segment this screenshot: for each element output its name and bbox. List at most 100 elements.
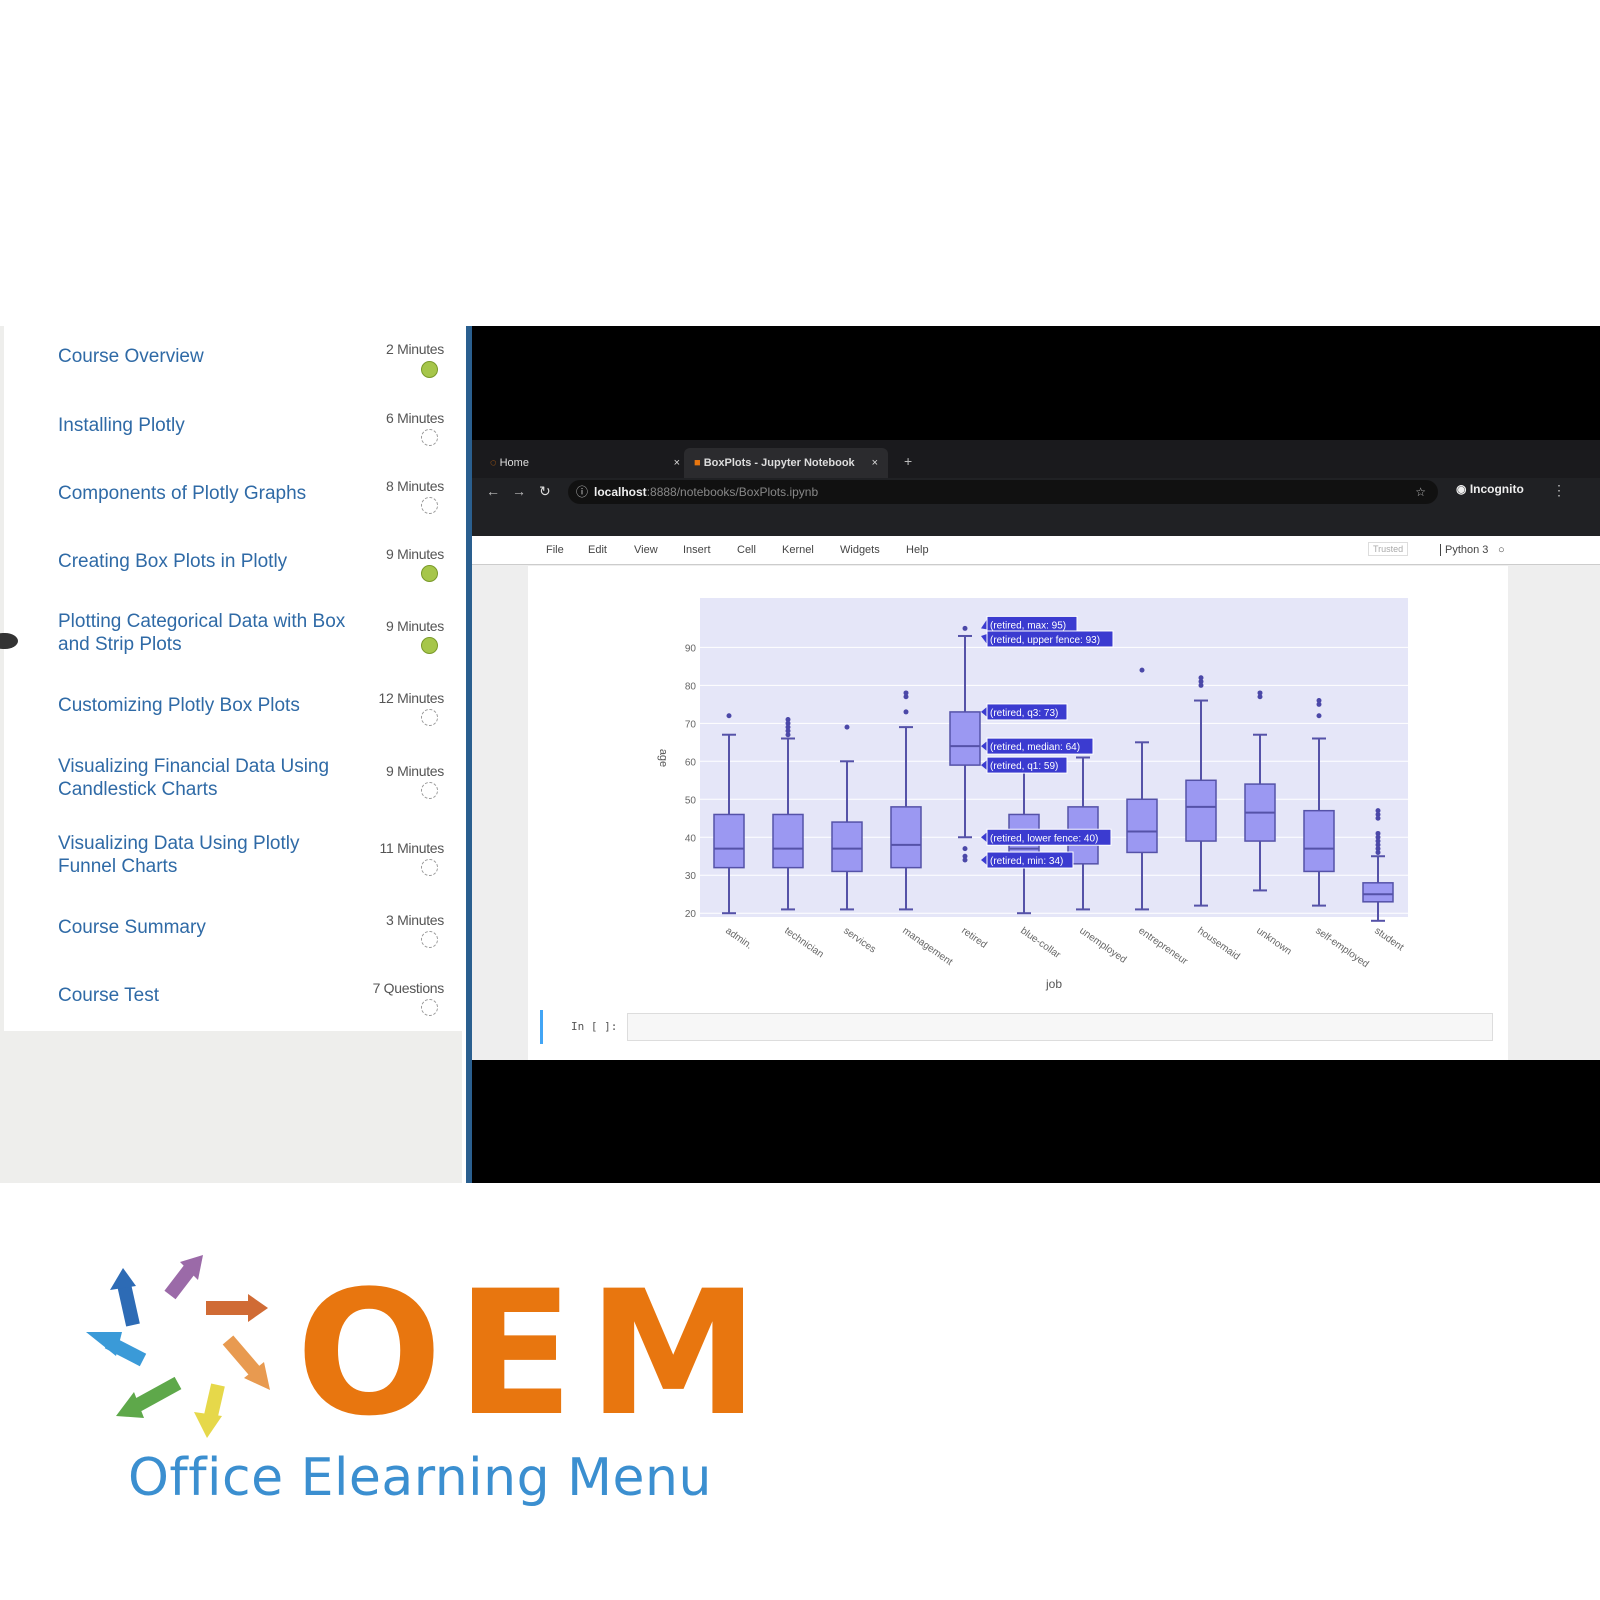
logo-arrows-icon (86, 1255, 270, 1438)
box-iqr (949, 711, 981, 766)
lesson-duration: 9 Minutes (386, 618, 444, 634)
code-cell[interactable]: In [ ]: (540, 1010, 1493, 1044)
menu-edit[interactable]: Edit (588, 544, 607, 556)
box-iqr (890, 806, 922, 869)
outlier-point (962, 625, 968, 631)
x-tick-label: housemaid (1195, 925, 1241, 962)
x-tick-label: technician (782, 925, 825, 960)
lesson-duration: 2 Minutes (386, 341, 444, 357)
lesson-title[interactable]: Installing Plotly (58, 414, 348, 437)
outlier-point (1198, 675, 1204, 681)
not-started-icon (421, 782, 438, 799)
menu-insert[interactable]: Insert (683, 544, 711, 556)
url-path: :8888/notebooks/BoxPlots.ipynb (646, 485, 819, 499)
outlier-point (962, 853, 968, 859)
incognito-badge[interactable]: ◉ Incognito (1456, 482, 1524, 496)
x-tick-label: admin. (723, 925, 754, 951)
profile-label: Incognito (1469, 482, 1524, 496)
course-sidebar: Course Overview 2 Minutes Installing Plot… (0, 326, 462, 1183)
completed-icon (421, 565, 438, 582)
hover-label: (retired, median: 64) (981, 737, 1094, 755)
x-tick-label: services (841, 925, 877, 955)
kernel-indicator: Python 3 (1440, 544, 1488, 556)
lesson-title[interactable]: Components of Plotly Graphs (58, 482, 348, 505)
y-axis-label: age (657, 749, 669, 767)
cell-input[interactable] (627, 1013, 1493, 1041)
lesson-duration: 11 Minutes (379, 840, 445, 856)
lesson-duration: 12 Minutes (378, 690, 445, 706)
outlier-point (1139, 667, 1145, 673)
close-tab-icon[interactable]: × (872, 448, 878, 478)
lesson-title[interactable]: Course Test (58, 984, 348, 1007)
lesson-duration: 9 Minutes (386, 546, 444, 562)
box-iqr (772, 813, 804, 869)
new-tab-icon[interactable]: + (904, 453, 912, 469)
lesson-title[interactable]: Creating Box Plots in Plotly (58, 550, 348, 573)
y-tick-label: 30 (685, 871, 697, 882)
box-iqr (1303, 809, 1335, 873)
outlier-point (1257, 690, 1263, 696)
jupyter-menubar: File Edit View Insert Cell Kernel Widget… (472, 536, 1600, 565)
close-tab-icon[interactable]: × (674, 448, 680, 478)
menu-file[interactable]: File (546, 544, 564, 556)
incognito-icon: ◉ (1456, 482, 1470, 496)
x-tick-label: blue-collar (1018, 925, 1063, 961)
not-started-icon (421, 429, 438, 446)
x-tick-label: retired (959, 925, 989, 950)
hover-text: (retired, median: 64) (990, 742, 1080, 753)
outlier-point (844, 724, 850, 730)
trusted-badge[interactable]: Trusted (1368, 542, 1409, 556)
x-tick-label: self-employed (1313, 925, 1370, 970)
star-icon[interactable]: ☆ (1415, 480, 1426, 504)
hover-text: (retired, max: 95) (990, 620, 1066, 631)
box-iqr (831, 821, 863, 873)
lesson-duration: 3 Minutes (386, 912, 444, 928)
back-icon[interactable]: ← (486, 483, 500, 499)
menu-widgets[interactable]: Widgets (840, 544, 880, 556)
outlier-point (1316, 713, 1322, 719)
forward-icon[interactable]: → (512, 483, 526, 499)
lesson-title[interactable]: Customizing Plotly Box Plots (58, 694, 348, 717)
not-started-icon (421, 709, 438, 726)
hover-text: (retired, q3: 73) (990, 708, 1058, 719)
menu-help[interactable]: Help (906, 544, 929, 556)
menu-cell[interactable]: Cell (737, 544, 756, 556)
outlier-point (962, 846, 968, 852)
not-started-icon (421, 999, 438, 1016)
tab-label: BoxPlots - Jupyter Notebook (703, 457, 855, 469)
lesson-title[interactable]: Visualizing Data Using Plotly Funnel Cha… (58, 832, 348, 878)
reload-icon[interactable]: ↻ (539, 483, 551, 500)
lesson-title[interactable]: Visualizing Financial Data Using Candles… (58, 755, 348, 801)
url-host: localhost (594, 485, 647, 499)
menu-icon[interactable]: ⋮ (1552, 482, 1566, 499)
box-plot-chart: 20 30 40 50 60 70 80 90 admin. technician services… (657, 598, 1408, 991)
hover-label: (retired, min: 34) (981, 851, 1074, 869)
tab-home[interactable]: ◌ Home × (490, 448, 680, 478)
outlier-point (903, 709, 909, 715)
y-tick-label: 50 (685, 795, 697, 806)
box-iqr (1362, 882, 1394, 903)
lesson-title[interactable]: Plotting Categorical Data with Box and S… (58, 610, 348, 656)
logo-tagline: Office Elearning Menu (128, 1448, 712, 1508)
lesson-title[interactable]: Course Overview (58, 345, 348, 368)
outlier-point (1375, 830, 1381, 836)
completed-icon (421, 637, 438, 654)
menu-view[interactable]: View (634, 544, 658, 556)
x-tick-label: student (1372, 925, 1405, 953)
y-tick-label: 40 (685, 833, 697, 844)
course-outline: Course Overview 2 Minutes Installing Plot… (0, 326, 462, 1031)
info-icon: ⓘ (576, 485, 589, 499)
lesson-duration: 6 Minutes (386, 410, 444, 426)
hover-label: (retired, lower fence: 40) (981, 828, 1112, 846)
tab-boxplots[interactable]: ■ BoxPlots - Jupyter Notebook × (684, 448, 888, 478)
not-started-icon (421, 497, 438, 514)
logo-mark: OEM (296, 1253, 773, 1454)
tab-label: Home (499, 457, 529, 469)
menu-kernel[interactable]: Kernel (782, 544, 814, 556)
jupyter-icon: ◌ (490, 457, 500, 469)
address-bar[interactable]: ⓘ localhost:8888/notebooks/BoxPlots.ipynb… (568, 480, 1438, 504)
hover-text: (retired, lower fence: 40) (990, 833, 1098, 844)
lesson-title[interactable]: Course Summary (58, 916, 348, 939)
x-tick-label: management (900, 925, 954, 968)
box-iqr (1185, 779, 1217, 842)
